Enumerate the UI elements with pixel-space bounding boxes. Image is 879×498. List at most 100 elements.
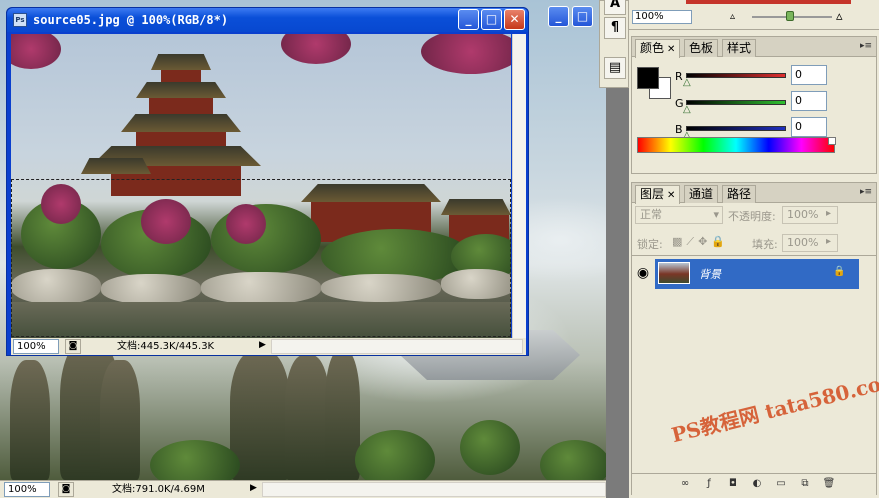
hall-roof <box>301 184 441 202</box>
mountain-peak <box>285 355 330 480</box>
status-arrow-icon[interactable]: ▶ <box>250 483 257 493</box>
white-swatch[interactable] <box>828 137 836 145</box>
flower-tree <box>226 204 266 244</box>
divider <box>632 255 876 256</box>
color-panel-tabs: 颜色 ✕ 色板 样式 ▸≡ <box>632 37 876 58</box>
group-icon[interactable]: ▭ <box>774 478 788 491</box>
doc-size-info: 文档:445.3K/445.3K <box>117 341 215 352</box>
mountain-peak <box>10 360 50 480</box>
layer-thumbnail <box>658 262 690 284</box>
document-status-bar: 100% ◙ 文档:445.3K/445.3K ▶ <box>11 338 526 355</box>
blue-value-field[interactable]: 0 <box>791 117 827 137</box>
document-icon[interactable]: ▤ <box>604 57 626 79</box>
chevron-right-icon[interactable]: ▸ <box>826 236 831 247</box>
foreground-color-swatch[interactable] <box>637 67 659 89</box>
tab-styles[interactable]: 样式 <box>722 39 757 57</box>
chevron-right-icon[interactable]: ▸ <box>826 208 831 219</box>
vertical-scrollbar[interactable] <box>512 34 526 338</box>
channel-label: B <box>675 123 683 136</box>
new-layer-icon[interactable]: ⧉ <box>798 478 812 491</box>
hall-roof <box>441 199 511 215</box>
pagoda-roof <box>151 54 211 70</box>
flower-branch <box>421 34 511 74</box>
panel-menu-icon[interactable]: ▸≡ <box>860 187 872 197</box>
title-bar[interactable]: Ps source05.jpg @ 100%(RGB/8*) _ □ ✕ <box>7 8 528 32</box>
status-menu-icon[interactable]: ◙ <box>65 339 81 354</box>
tab-channels[interactable]: 通道 <box>684 185 719 203</box>
trash-icon[interactable]: 🗑 <box>822 478 836 491</box>
tab-label: 路径 <box>727 187 752 201</box>
color-panel: 颜色 ✕ 色板 样式 ▸≡ R △ 0 G △ 0 B △ 0 <box>631 36 877 174</box>
zoom-field[interactable]: 100% <box>13 339 59 354</box>
fx-icon[interactable]: ƒ <box>702 478 716 491</box>
mountain-peak <box>100 360 140 480</box>
pagoda-roof <box>121 114 241 132</box>
horizontal-scrollbar[interactable] <box>271 339 523 354</box>
mask-icon[interactable]: ◘ <box>726 478 740 491</box>
lock-label: 锁定: <box>637 238 663 251</box>
minimize-icon[interactable]: _ <box>458 9 479 30</box>
zoom-out-icon[interactable]: ▵ <box>730 11 735 22</box>
navigator-zoom-field[interactable]: 100% <box>632 10 692 24</box>
doc-size-info: 文档:791.0K/4.69M <box>112 484 205 495</box>
photoshop-icon: Ps <box>13 13 27 27</box>
horizontal-scrollbar[interactable] <box>262 482 606 497</box>
image-canvas[interactable] <box>11 34 511 338</box>
pagoda-roof <box>81 158 151 174</box>
close-icon[interactable]: ✕ <box>667 44 675 55</box>
text-tool-icon[interactable]: A <box>604 0 626 15</box>
flower-branch <box>11 34 61 69</box>
channel-label: R <box>675 70 683 83</box>
opacity-label: 不透明度: <box>728 210 776 223</box>
layers-panel: 图层 ✕ 通道 路径 ▸≡ 正常 ▾ 不透明度: 100% ▸ 锁定: ▩⟋✥🔒 填… <box>631 182 877 495</box>
background-status-bar: 100% ◙ 文档:791.0K/4.69M ▶ <box>0 480 606 498</box>
rock <box>201 272 321 304</box>
minimize-icon[interactable]: _ <box>548 6 569 27</box>
pagoda-roof <box>136 82 226 98</box>
zoom-field[interactable]: 100% <box>4 482 50 497</box>
rock <box>101 274 201 304</box>
rock <box>11 269 101 304</box>
zoom-in-icon[interactable]: ▵ <box>836 9 843 24</box>
maximize-icon[interactable]: □ <box>481 9 502 30</box>
maximize-icon[interactable]: □ <box>572 6 593 27</box>
palette-well: A ¶ ▤ <box>599 0 629 88</box>
status-arrow-icon[interactable]: ▶ <box>259 340 266 350</box>
link-icon[interactable]: ∞ <box>678 478 692 491</box>
fill-label: 填充: <box>752 238 778 251</box>
zoom-slider-thumb[interactable] <box>786 11 794 21</box>
tab-swatches[interactable]: 色板 <box>684 39 719 57</box>
close-icon[interactable]: ✕ <box>667 190 675 201</box>
tab-color[interactable]: 颜色 ✕ <box>635 39 681 58</box>
adjustment-icon[interactable]: ◐ <box>750 478 764 491</box>
status-menu-icon[interactable]: ◙ <box>58 482 74 497</box>
red-value-field[interactable]: 0 <box>791 65 827 85</box>
layer-row[interactable]: 背景 🔒 <box>655 259 859 289</box>
layer-name: 背景 <box>699 268 721 281</box>
paragraph-icon[interactable]: ¶ <box>604 17 626 39</box>
tab-label: 图层 <box>640 187 665 201</box>
green-value-field[interactable]: 0 <box>791 91 827 111</box>
tab-paths[interactable]: 路径 <box>722 185 757 203</box>
red-slider[interactable] <box>686 73 786 78</box>
slider-thumb-icon[interactable]: △ <box>683 77 691 88</box>
panel-menu-icon[interactable]: ▸≡ <box>860 41 872 51</box>
blue-slider[interactable] <box>686 126 786 131</box>
tab-label: 样式 <box>727 41 752 55</box>
eye-icon[interactable]: ◉ <box>633 259 653 289</box>
tab-label: 色板 <box>689 41 714 55</box>
chevron-down-icon: ▾ <box>713 208 719 221</box>
slider-thumb-icon[interactable]: △ <box>683 104 691 115</box>
blend-mode-select[interactable]: 正常 ▾ <box>635 206 723 224</box>
lock-icons[interactable]: ▩⟋✥🔒 <box>672 235 729 249</box>
document-window: Ps source05.jpg @ 100%(RGB/8*) _ □ ✕ 100… <box>6 7 529 356</box>
color-spectrum-bar[interactable] <box>637 137 835 153</box>
lock-icon: 🔒 <box>833 266 846 277</box>
close-icon[interactable]: ✕ <box>504 9 525 30</box>
window-title: source05.jpg @ 100%(RGB/8*) <box>33 13 229 27</box>
flower-tree <box>141 199 191 244</box>
green-slider[interactable] <box>686 100 786 105</box>
tab-layers[interactable]: 图层 ✕ <box>635 185 681 204</box>
tab-label: 通道 <box>689 187 714 201</box>
background-window-buttons: _ □ <box>548 6 606 28</box>
